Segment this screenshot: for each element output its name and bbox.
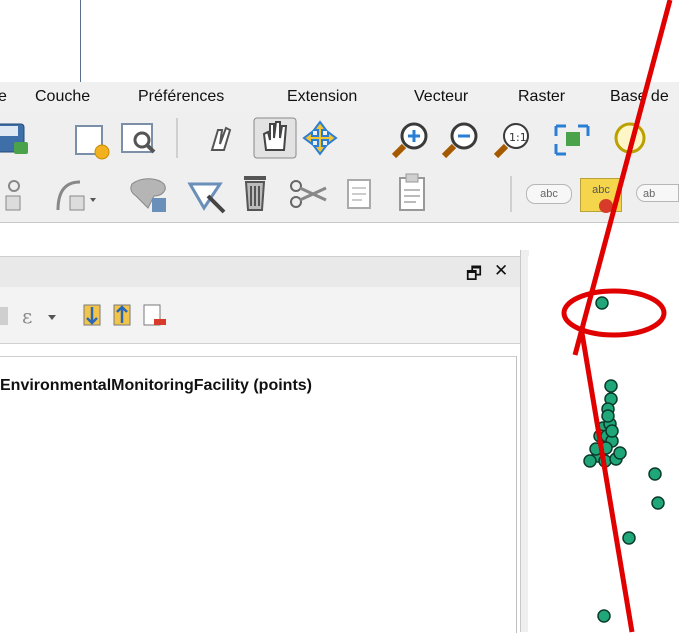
red-annotation-overlay <box>561 0 673 633</box>
annotation-ellipse <box>561 288 667 338</box>
annotation-line-lower <box>578 326 635 633</box>
